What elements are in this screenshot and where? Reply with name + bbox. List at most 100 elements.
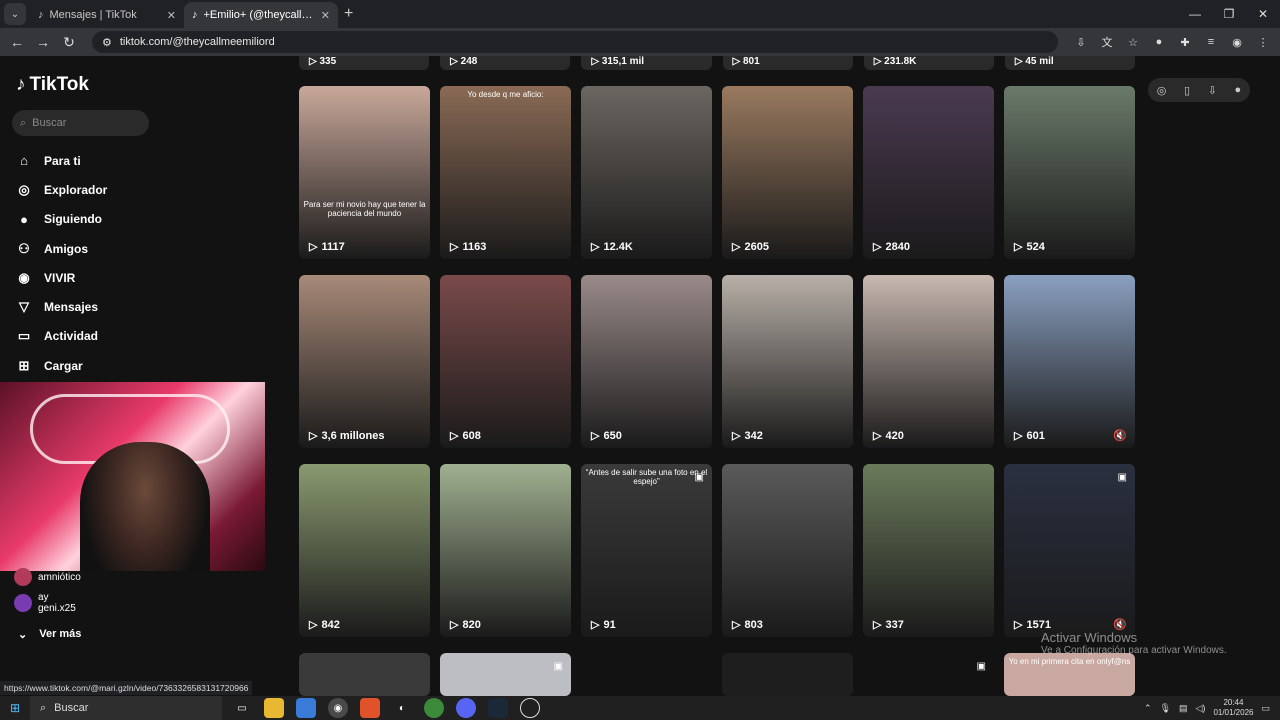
play-icon: ▷ <box>732 241 741 253</box>
video-card[interactable]: ▷ 2840 <box>863 86 994 259</box>
capcut-icon[interactable]: ◐ <box>392 698 412 718</box>
video-card[interactable]: ▷ 601 🔇 <box>1004 275 1135 448</box>
video-card-partial[interactable]: ▣ <box>863 653 994 696</box>
video-card[interactable]: Yo desde q me aficio: ▷ 1163 <box>440 86 571 259</box>
video-views: ▷ 1117 <box>309 240 345 254</box>
volume-icon[interactable]: ◁) <box>1196 703 1206 714</box>
sidebar-item-mensajes[interactable]: ▽ Mensajes <box>16 292 107 321</box>
minimize-icon[interactable]: — <box>1178 7 1212 21</box>
mic-icon[interactable]: 🎙 <box>1160 703 1171 714</box>
video-card[interactable]: ▷ 3,6 millones <box>299 275 430 448</box>
video-card[interactable]: ▷ 2605 <box>722 86 853 259</box>
sidebar-item-actividad[interactable]: ▭ Actividad <box>16 322 107 351</box>
file-explorer-icon[interactable] <box>264 698 284 718</box>
xbox-icon[interactable] <box>424 698 444 718</box>
window-controls: — ❐ ✕ <box>1178 0 1280 28</box>
play-icon: ▷ <box>591 241 600 253</box>
ver-mas-button[interactable]: ⌄ Ver más <box>18 628 81 641</box>
live-icon: ◉ <box>18 269 30 285</box>
menu-icon[interactable]: ⋮ <box>1252 31 1274 53</box>
video-card[interactable]: Para ser mi novio hay que tener la pacie… <box>299 86 430 259</box>
close-window-icon[interactable]: ✕ <box>1246 7 1280 21</box>
close-tab-icon[interactable]: ✕ <box>321 9 330 22</box>
tab-profile[interactable]: ♪ +Emilio+ (@theycallmeemiliord) ✕ <box>184 2 338 28</box>
video-card[interactable]: “Antes de salir sube una foto en el espe… <box>581 464 712 637</box>
play-icon: ▷ <box>1014 619 1023 631</box>
play-icon: ▷ <box>309 430 318 442</box>
search-input[interactable]: ⌕ Buscar <box>12 110 149 136</box>
video-card[interactable]: ▷ 608 <box>440 275 571 448</box>
disc-icon[interactable]: ◎ <box>1157 84 1167 97</box>
sidebar-item-vivir[interactable]: ◉ VIVIR <box>16 263 107 292</box>
video-card-partial[interactable] <box>299 653 430 696</box>
video-card[interactable]: ▷ 803 <box>722 464 853 637</box>
extensions-puzzle-icon[interactable]: ✚ <box>1174 31 1196 53</box>
sidebar-item-siguiendo[interactable]: ● Siguiendo <box>16 205 107 234</box>
back-icon[interactable]: ← <box>6 31 28 53</box>
video-card-partial[interactable]: ▣ <box>440 653 571 696</box>
download-icon[interactable]: ⇩ <box>1208 84 1217 97</box>
close-tab-icon[interactable]: ✕ <box>167 9 176 22</box>
video-card[interactable]: ▷ 842 <box>299 464 430 637</box>
store-icon[interactable] <box>296 698 316 718</box>
video-views: ▷ 608 <box>450 429 481 443</box>
obs-icon[interactable] <box>520 698 540 718</box>
clock[interactable]: 20:44 01/01/2026 <box>1213 698 1253 718</box>
previous-row-partial: ▷ 335 ▷ 248 ▷ 315,1 mil ▷ 801 ▷ 231.8K ▷… <box>299 56 1136 70</box>
following-account[interactable]: amniótico <box>14 568 81 586</box>
video-card-partial[interactable]: Yo en mi primera cita en onlyf@ns <box>1004 653 1135 696</box>
install-icon[interactable]: ⇩ <box>1070 31 1092 53</box>
video-card[interactable]: ▷ 820 <box>440 464 571 637</box>
video-views: ▷ 2605 <box>732 240 769 254</box>
tiktok-favicon-icon: ♪ <box>38 9 44 21</box>
media-icon[interactable]: ≡ <box>1200 31 1222 53</box>
brave-icon[interactable] <box>360 698 380 718</box>
video-card-partial[interactable] <box>722 653 853 696</box>
taskbar-search[interactable]: ⌕ Buscar <box>30 696 222 720</box>
bookmark-star-icon[interactable]: ☆ <box>1122 31 1144 53</box>
video-views: ▷ 248 <box>440 56 571 70</box>
network-icon[interactable]: ▤ <box>1179 703 1188 714</box>
sidebar-item-para-ti[interactable]: ⌂ Para ti <box>16 146 107 175</box>
translate-icon[interactable]: 文 <box>1096 31 1118 53</box>
extension-icon[interactable]: ● <box>1148 31 1170 53</box>
video-card[interactable]: ▷ 650 <box>581 275 712 448</box>
video-card[interactable]: ▷ 420 <box>863 275 994 448</box>
tab-mensajes[interactable]: ♪ Mensajes | TikTok ✕ <box>30 2 184 28</box>
video-card[interactable]: ▷ 12.4K <box>581 86 712 259</box>
video-views: ▷ 420 <box>873 429 904 443</box>
video-card[interactable]: ▷ 342 <box>722 275 853 448</box>
muted-icon[interactable]: 🔇 <box>1113 429 1127 442</box>
forward-icon[interactable]: → <box>32 31 54 53</box>
streamer-figure <box>80 442 210 571</box>
discord-icon[interactable] <box>456 698 476 718</box>
video-card[interactable]: ▷ 337 <box>863 464 994 637</box>
new-tab-icon[interactable]: + <box>344 5 353 23</box>
video-views: ▷ 650 <box>591 429 622 443</box>
sidebar-item-explorador[interactable]: ◎ Explorador <box>16 175 107 204</box>
video-card[interactable]: ▷ 524 <box>1004 86 1135 259</box>
tab-search-icon[interactable]: ⌄ <box>4 3 26 25</box>
chrome-icon[interactable]: ◉ <box>328 698 348 718</box>
task-view-icon[interactable]: ▭ <box>232 698 252 718</box>
start-icon[interactable]: ⊞ <box>0 701 30 715</box>
site-info-icon[interactable]: ⚙ <box>102 36 112 49</box>
sidebar-item-cargar[interactable]: ⊞ Cargar <box>16 351 107 380</box>
profile-avatar-icon[interactable]: ◉ <box>1226 31 1248 53</box>
play-icon: ▷ <box>1014 430 1023 442</box>
video-card[interactable]: ▣ ▷ 1571 🔇 <box>1004 464 1135 637</box>
following-account[interactable]: ay geni.x25 <box>14 592 81 614</box>
chevron-up-icon[interactable]: ⌃ <box>1144 703 1152 714</box>
search-icon: ⌕ <box>20 116 27 129</box>
notifications-icon[interactable]: ▭ <box>1261 703 1270 714</box>
steam-icon[interactable] <box>488 698 508 718</box>
sidebar-item-amigos[interactable]: ⚇ Amigos <box>16 234 107 263</box>
avatar[interactable]: ● <box>1235 84 1242 96</box>
restore-icon[interactable]: ❐ <box>1212 7 1246 21</box>
tiktok-logo[interactable]: ♪ TikTok <box>16 74 89 96</box>
address-bar[interactable]: ⚙ tiktok.com/@theycallmeemiliord <box>92 31 1058 53</box>
reload-icon[interactable]: ↻ <box>58 31 80 53</box>
avatar <box>14 594 32 612</box>
phone-icon[interactable]: ▯ <box>1184 84 1190 97</box>
play-icon: ▷ <box>450 430 459 442</box>
